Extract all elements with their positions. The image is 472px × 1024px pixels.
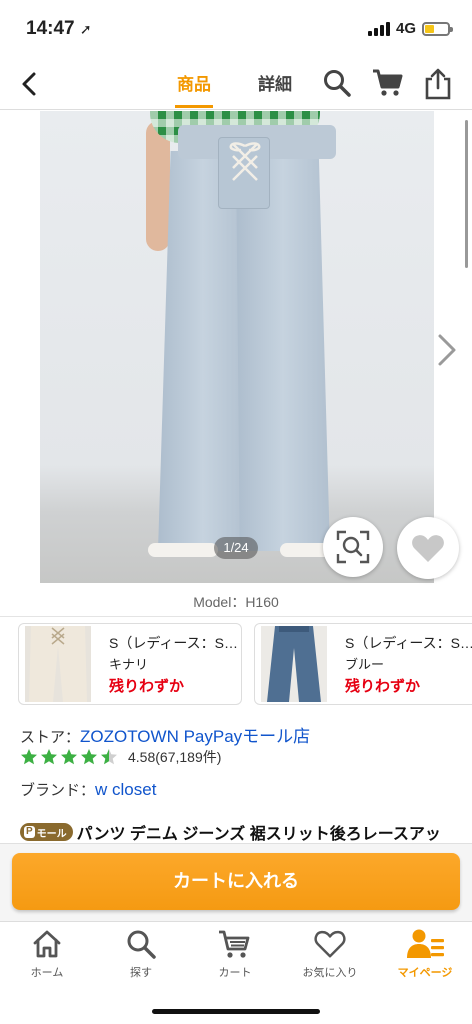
tab-favorites[interactable]: お気に入り: [283, 928, 377, 980]
variant-stock-status: 残りわずか: [109, 678, 185, 695]
brand-row: ブランド：w closet: [20, 779, 156, 800]
tab-cart[interactable]: カート: [188, 928, 282, 980]
variant-color: キナリ: [109, 657, 149, 672]
status-indicators: 4G: [367, 20, 453, 37]
product-title-row: P モール パンツ デニム ジーンズ 裾スリット後ろレースアッ: [20, 819, 472, 845]
star-icon: [21, 749, 37, 765]
store-link[interactable]: ZOZOTOWN PayPayモール店: [80, 727, 310, 746]
rating-text: 4.58(67,189件): [128, 749, 222, 765]
model-caption: Model：H160: [193, 594, 279, 610]
variant-stock-status: 残りわずか: [345, 678, 421, 695]
search-icon: [127, 930, 156, 959]
tab-home[interactable]: ホーム: [0, 928, 94, 980]
brand-link[interactable]: w closet: [95, 780, 156, 799]
page-indicator: 1/24: [214, 537, 258, 559]
product-title: パンツ デニム ジーンズ 裾スリット後ろレースアッ: [76, 826, 441, 843]
variant-card[interactable]: S（レディース：S… キナリ 残りわずか: [18, 623, 242, 705]
star-icon: [41, 749, 57, 765]
heart-icon: [314, 930, 346, 958]
star-icon: [61, 749, 77, 765]
store-row: ストア：ZOZOTOWN PayPayモール店: [20, 722, 310, 747]
share-icon[interactable]: [424, 68, 454, 100]
variant-name: S（レディース：S…: [345, 635, 472, 651]
variant-thumbnail: [261, 626, 327, 702]
rating-stars: [20, 748, 118, 766]
tab-details[interactable]: 詳細: [258, 70, 292, 95]
home-icon: [33, 930, 61, 958]
cart-bar: カートに入れる: [0, 843, 472, 921]
tab-product[interactable]: 商品: [175, 70, 213, 108]
user-icon: [407, 929, 444, 958]
heart-icon: [412, 535, 444, 562]
search-icon[interactable]: [322, 68, 352, 98]
star-icon: [101, 749, 117, 765]
cart-icon: [219, 930, 250, 958]
network-label: 4G: [395, 20, 416, 37]
product-photo[interactable]: [40, 111, 434, 583]
status-time: 14:47 ➚: [26, 18, 92, 39]
scrollbar[interactable]: [465, 120, 468, 268]
product-gallery[interactable]: 1/24: [0, 111, 472, 586]
variant-color: ブルー: [345, 657, 385, 672]
rating-row[interactable]: 4.58(67,189件): [20, 747, 221, 767]
status-bar: 14:47 ➚ 4G: [0, 0, 472, 60]
tab-mypage[interactable]: マイページ: [378, 928, 472, 980]
bottom-tab-bar: ホーム 探す カート お気に入り マイページ: [0, 921, 472, 1024]
star-icon: [81, 749, 97, 765]
cart-icon[interactable]: [372, 68, 404, 98]
favorite-button[interactable]: [397, 517, 459, 579]
store-label: ストア：: [20, 729, 81, 746]
back-arrow-icon[interactable]: [14, 68, 46, 100]
tab-search[interactable]: 探す: [94, 928, 188, 980]
zoom-icon: [336, 530, 370, 564]
variant-card[interactable]: S（レディース：S… ブルー 残りわずか: [254, 623, 472, 705]
variant-thumbnail: [25, 626, 91, 702]
mall-badge: P モール: [20, 823, 73, 841]
variant-name: S（レディース：S…: [109, 635, 238, 651]
home-indicator: [152, 1009, 320, 1014]
next-image-chevron-icon[interactable]: [436, 333, 458, 367]
brand-label: ブランド：: [20, 782, 96, 799]
add-to-cart-button[interactable]: カートに入れる: [12, 853, 460, 910]
lace-detail: [218, 137, 270, 209]
zoom-button[interactable]: [323, 517, 383, 577]
nav-bar: 商品 詳細: [0, 60, 472, 110]
battery-icon: [422, 21, 453, 36]
signal-icon: [367, 21, 390, 36]
